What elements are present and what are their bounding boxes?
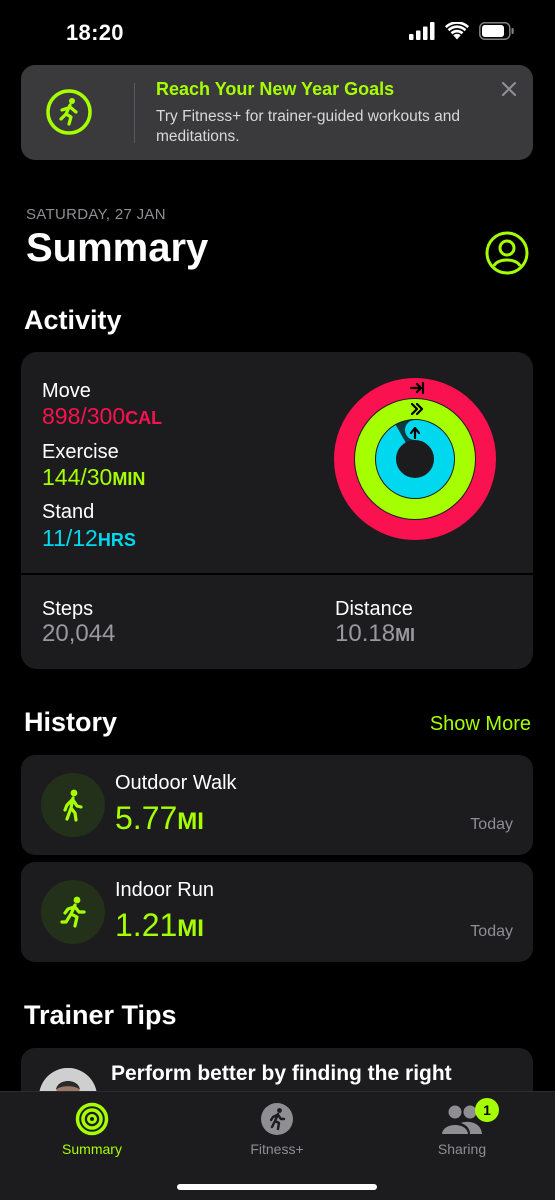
- tab-summary[interactable]: Summary: [32, 1102, 152, 1157]
- history-item-name: Outdoor Walk: [115, 772, 237, 794]
- tab-fitness-plus-label: Fitness+: [250, 1141, 304, 1157]
- status-bar: 18:20: [0, 0, 555, 60]
- activity-rings: [334, 378, 496, 540]
- activity-card[interactable]: Move 898/300CAL Exercise 144/30MIN Stand…: [21, 352, 533, 669]
- run-icon-badge: [41, 880, 105, 944]
- exercise-label: Exercise: [42, 441, 119, 463]
- stand-value: 11/12HRS: [42, 525, 136, 551]
- history-item-name: Indoor Run: [115, 879, 214, 901]
- status-time: 18:20: [66, 20, 124, 45]
- close-icon[interactable]: [499, 79, 519, 99]
- history-item-date: Today: [470, 816, 513, 833]
- move-value: 898/300CAL: [42, 403, 163, 429]
- fitness-plus-runner-icon: [46, 89, 92, 135]
- history-item-outdoor-walk[interactable]: Outdoor Walk 5.77MI Today: [21, 755, 533, 855]
- history-item-indoor-run[interactable]: Indoor Run 1.21MI Today: [21, 862, 533, 962]
- trainer-tip-title: Perform better by finding the right: [111, 1062, 452, 1085]
- tab-sharing[interactable]: 1 Sharing: [402, 1098, 522, 1157]
- run-icon: [60, 896, 86, 928]
- battery-icon: [479, 22, 514, 40]
- summary-rings-icon: [75, 1102, 109, 1136]
- trainer-tips-section-title: Trainer Tips: [24, 1000, 177, 1030]
- activity-section-title: Activity: [24, 305, 122, 335]
- steps-value: 20,044: [42, 620, 116, 647]
- walk-icon-badge: [41, 773, 105, 837]
- move-label: Move: [42, 380, 91, 402]
- tab-sharing-label: Sharing: [437, 1141, 487, 1157]
- exercise-value: 144/30MIN: [42, 464, 146, 490]
- tab-fitness-plus[interactable]: Fitness+: [217, 1102, 337, 1157]
- steps-label: Steps: [42, 598, 94, 620]
- cellular-signal-icon: [409, 22, 435, 40]
- history-section-title: History: [24, 707, 118, 737]
- walk-icon: [63, 789, 83, 822]
- card-divider: [21, 573, 533, 575]
- fitness-plus-icon: [261, 1103, 293, 1135]
- sharing-badge: 1: [475, 1098, 499, 1122]
- tab-summary-label: Summary: [62, 1141, 122, 1157]
- banner-text: Try Fitness+ for trainer-guided workouts…: [156, 108, 460, 145]
- date-label: SATURDAY, 27 JAN: [26, 206, 166, 223]
- distance-label: Distance: [335, 598, 413, 620]
- home-indicator: [177, 1184, 377, 1190]
- history-item-value: 1.21MI: [115, 907, 204, 943]
- banner-divider: [134, 83, 135, 143]
- history-item-value: 5.77MI: [115, 800, 204, 836]
- stand-label: Stand: [42, 501, 95, 523]
- banner-title: Reach Your New Year Goals: [156, 79, 395, 99]
- history-item-date: Today: [470, 923, 513, 940]
- show-more-link[interactable]: Show More: [430, 713, 531, 736]
- wifi-icon: [445, 22, 469, 40]
- profile-icon[interactable]: [485, 231, 529, 275]
- fitness-plus-promo-banner[interactable]: Reach Your New Year Goals Try Fitness+ f…: [21, 65, 533, 160]
- distance-value: 10.18MI: [335, 620, 416, 647]
- page-title: Summary: [26, 226, 209, 270]
- status-icons: [409, 22, 515, 40]
